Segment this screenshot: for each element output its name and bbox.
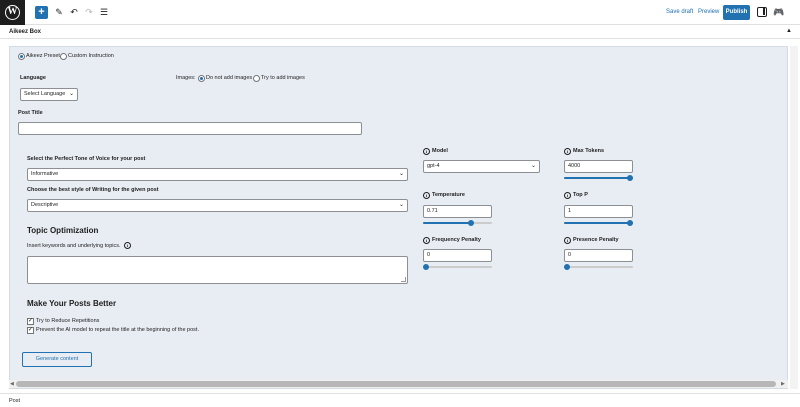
slider-track: [423, 266, 492, 268]
style-select[interactable]: Descriptive ⌄: [27, 199, 408, 212]
gamepad-icon[interactable]: 🎮: [773, 6, 784, 18]
prevent-title-repeat-label: Prevent the AI model to repeat the title…: [36, 327, 199, 333]
preview-button[interactable]: Preview: [698, 8, 719, 17]
language-label: Language: [20, 75, 46, 81]
model-select[interactable]: gpt-4 ⌄: [423, 160, 540, 173]
temperature-label: Temperature: [432, 192, 465, 198]
frequency-penalty-label: Frequency Penalty: [432, 237, 481, 243]
collapse-toggle-icon[interactable]: ▲: [786, 28, 792, 34]
info-icon[interactable]: i: [124, 242, 131, 249]
custom-instruction-label: Custom Instruction: [68, 53, 114, 59]
tone-select-value: Informative: [31, 171, 59, 177]
chevron-down-icon: ⌄: [398, 202, 404, 208]
add-block-button[interactable]: +: [35, 6, 48, 19]
post-title-label: Post Title: [18, 110, 43, 116]
images-yes-label: Try to add images: [261, 75, 305, 81]
max-tokens-label: Max Tokens: [573, 148, 605, 154]
breadcrumb[interactable]: Post: [9, 398, 20, 404]
post-title-input[interactable]: [18, 122, 362, 135]
images-no-radio[interactable]: [198, 75, 205, 82]
presence-penalty-input[interactable]: 0: [564, 249, 633, 262]
preset-radio[interactable]: [18, 53, 25, 60]
editor-toolbar: W + ✎ ↶ ↷ ☰ Save draft Preview Publish 🎮: [0, 0, 800, 25]
aikeez-panel: [9, 46, 788, 389]
tone-select[interactable]: Informative ⌄: [27, 168, 408, 181]
max-tokens-info-icon[interactable]: i: [564, 148, 571, 155]
reduce-repetitions-checkbox[interactable]: ✓: [27, 318, 34, 325]
images-yes-radio[interactable]: [253, 75, 260, 82]
presence-penalty-slider[interactable]: [564, 264, 633, 270]
slider-thumb[interactable]: [564, 264, 570, 270]
top-p-label: Top P: [573, 192, 588, 198]
meta-box-title: Aikeez Box: [9, 29, 42, 35]
presence-penalty-label: Presence Penalty: [573, 237, 619, 243]
horizontal-scrollbar-thumb[interactable]: [16, 381, 776, 387]
save-draft-button[interactable]: Save draft: [666, 8, 693, 17]
top-p-info-icon[interactable]: i: [564, 192, 571, 199]
tone-label: Select the Perfect Tone of Voice for you…: [27, 156, 146, 162]
model-select-value: gpt-4: [427, 163, 440, 169]
top-p-slider[interactable]: [564, 220, 633, 226]
temperature-input[interactable]: 0.71: [423, 205, 492, 218]
topic-optimization-heading: Topic Optimization: [27, 226, 99, 235]
slider-track: [564, 266, 633, 268]
language-select-value: Select Language: [24, 91, 66, 97]
slider-fill: [423, 222, 472, 224]
slider-thumb[interactable]: [467, 220, 474, 226]
custom-instruction-radio[interactable]: [60, 53, 67, 60]
chevron-down-icon: ⌄: [398, 171, 404, 177]
frequency-penalty-info-icon[interactable]: i: [423, 237, 430, 244]
frequency-penalty-slider[interactable]: [423, 264, 492, 270]
keywords-label: Insert keywords and underlying topics.: [27, 243, 121, 249]
keywords-textarea[interactable]: [27, 256, 408, 284]
slider-thumb[interactable]: [627, 220, 633, 226]
make-posts-better-heading: Make Your Posts Better: [27, 299, 117, 308]
prevent-title-repeat-checkbox[interactable]: ✓: [27, 327, 34, 334]
slider-fill: [564, 222, 633, 224]
redo-icon[interactable]: ↷: [83, 6, 95, 19]
max-tokens-input[interactable]: 4000: [564, 160, 633, 173]
model-label: Model: [432, 148, 448, 154]
images-label: Images:: [176, 75, 196, 81]
wordpress-logo-icon[interactable]: W: [0, 0, 25, 25]
model-info-icon[interactable]: i: [423, 148, 430, 155]
publish-button[interactable]: Publish: [723, 5, 750, 20]
footer-divider: [0, 393, 800, 394]
style-label: Choose the best style of Writing for the…: [27, 187, 159, 193]
language-select[interactable]: Select Language ⌄: [20, 88, 78, 101]
max-tokens-slider[interactable]: [564, 175, 633, 181]
temperature-slider[interactable]: [423, 220, 492, 226]
images-no-label: Do not add images: [206, 75, 253, 81]
scroll-right-arrow-icon[interactable]: ▶: [781, 380, 785, 388]
presence-penalty-info-icon[interactable]: i: [564, 237, 571, 244]
slider-thumb[interactable]: [627, 175, 633, 181]
generate-content-button[interactable]: Generate content: [22, 352, 92, 367]
top-p-input[interactable]: 1: [564, 205, 633, 218]
sidebar-toggle-icon[interactable]: [757, 7, 767, 17]
temperature-info-icon[interactable]: i: [423, 192, 430, 199]
meta-box-header: Aikeez Box ▲: [0, 25, 800, 39]
preset-label: Aikeez Preset: [26, 53, 60, 59]
slider-fill: [564, 177, 633, 179]
undo-icon[interactable]: ↶: [68, 6, 80, 19]
slider-thumb[interactable]: [423, 264, 429, 270]
chevron-down-icon: ⌄: [68, 91, 74, 97]
scroll-left-arrow-icon[interactable]: ◀: [10, 380, 14, 388]
chevron-down-icon: ⌄: [530, 163, 536, 169]
reduce-repetitions-label: Try to Reduce Repetitions: [36, 318, 100, 324]
vertical-scrollbar[interactable]: [790, 46, 798, 389]
frequency-penalty-input[interactable]: 0: [423, 249, 492, 262]
pencil-icon[interactable]: ✎: [53, 6, 65, 19]
style-select-value: Descriptive: [31, 202, 59, 208]
list-view-icon[interactable]: ☰: [98, 6, 110, 19]
